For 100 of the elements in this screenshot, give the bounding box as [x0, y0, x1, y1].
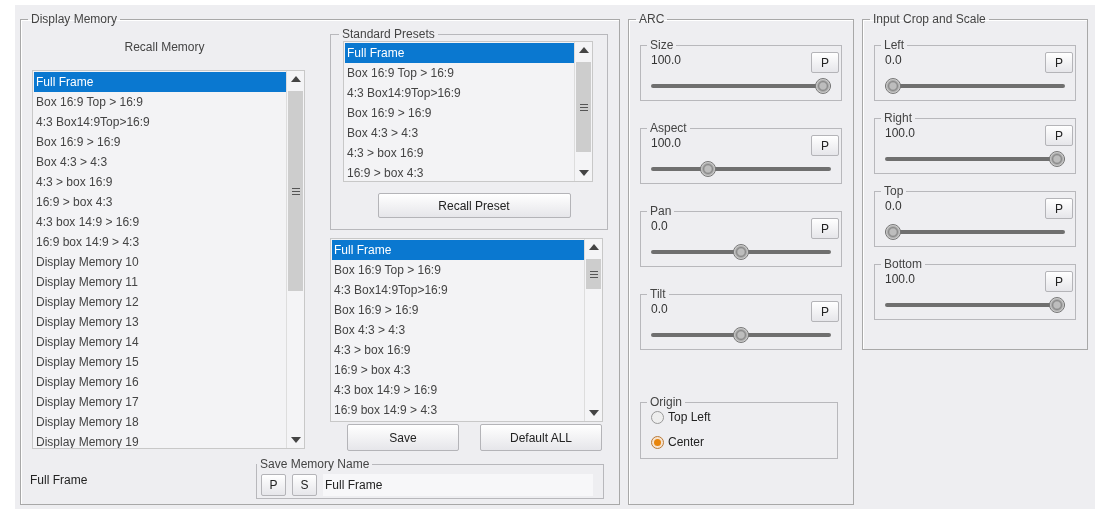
scroll-up-icon[interactable] — [579, 47, 589, 53]
radio-button[interactable] — [651, 435, 664, 449]
list-item[interactable]: 4:3 Box14:9Top>16:9 — [345, 83, 574, 103]
list-item[interactable]: 16:9 > box 4:3 — [332, 360, 584, 380]
button[interactable]: P — [1045, 198, 1073, 219]
group-title: Aspect — [649, 121, 688, 135]
list-item[interactable]: Display Memory 19 — [34, 432, 286, 448]
grip-icon — [291, 187, 300, 195]
list-item[interactable]: Box 16:9 > 16:9 — [332, 300, 584, 320]
button[interactable]: P — [1045, 125, 1073, 146]
value-label: 0.0 — [651, 218, 668, 234]
button[interactable]: S — [292, 473, 317, 496]
list-item[interactable]: Display Memory 18 — [34, 412, 286, 432]
slider-thumb[interactable] — [1049, 297, 1065, 313]
slider-thumb[interactable] — [1049, 151, 1065, 167]
value-label: 100.0 — [885, 125, 916, 141]
button[interactable]: Save — [347, 424, 459, 451]
list-item[interactable]: 4:3 Box14:9Top>16:9 — [34, 112, 286, 132]
list-item[interactable]: Display Memory 13 — [34, 312, 286, 332]
list-item[interactable]: Display Memory 14 — [34, 332, 286, 352]
list-item[interactable]: Box 16:9 Top > 16:9 — [345, 63, 574, 83]
grip-icon — [579, 103, 588, 111]
value-label: 0.0 — [651, 301, 668, 317]
scrollbar[interactable] — [584, 239, 602, 421]
button[interactable]: P — [261, 473, 286, 496]
button[interactable]: Default ALL — [480, 424, 602, 451]
button[interactable]: P — [1045, 52, 1073, 73]
list-item[interactable]: Display Memory 15 — [34, 352, 286, 372]
list-item[interactable]: 4:3 box 14:9 > 16:9 — [332, 380, 584, 400]
radio-option[interactable]: Top Left — [651, 409, 827, 425]
button[interactable]: P — [811, 135, 839, 156]
scroll-up-icon[interactable] — [291, 76, 301, 82]
slider-thumb[interactable] — [815, 78, 831, 94]
scrollbar-thumb[interactable] — [288, 91, 303, 291]
list-item[interactable]: 4:3 > box 16:9 — [345, 143, 574, 163]
list-item[interactable]: Box 16:9 > 16:9 — [345, 103, 574, 123]
button[interactable]: Recall Preset — [377, 193, 571, 218]
scrollbar-thumb[interactable] — [576, 62, 591, 152]
group-title: ARC — [638, 12, 666, 26]
group-title: Bottom — [883, 257, 923, 271]
slider[interactable] — [651, 78, 831, 94]
list-item[interactable]: Full Frame — [34, 72, 286, 92]
list-item[interactable]: Box 16:9 > 16:9 — [34, 132, 286, 152]
list-item[interactable]: Box 4:3 > 4:3 — [332, 320, 584, 340]
list-item[interactable]: Full Frame — [332, 240, 584, 260]
group-title: Right — [883, 111, 913, 125]
list-item[interactable]: 16:9 box 14:9 > 4:3 — [34, 232, 286, 252]
list-item[interactable]: Display Memory 12 — [34, 292, 286, 312]
group-title: Tilt — [649, 287, 667, 301]
radio-button[interactable] — [651, 410, 664, 424]
list-item[interactable]: Box 4:3 > 4:3 — [345, 123, 574, 143]
group-title: Standard Presets — [341, 27, 436, 41]
slider-thumb[interactable] — [733, 327, 749, 343]
list-item[interactable]: Full Frame — [345, 43, 574, 63]
list-item[interactable]: 16:9 > box 4:3 — [34, 192, 286, 212]
list-item[interactable]: 4:3 box 14:9 > 16:9 — [34, 212, 286, 232]
group-title: Left — [883, 38, 905, 52]
scrollbar-thumb[interactable] — [586, 259, 601, 289]
list-item[interactable]: 4:3 > box 16:9 — [332, 340, 584, 360]
scroll-down-icon[interactable] — [291, 437, 301, 443]
list-item[interactable]: Box 16:9 Top > 16:9 — [34, 92, 286, 112]
scroll-down-icon[interactable] — [579, 170, 589, 176]
slider[interactable] — [885, 78, 1065, 94]
slider[interactable] — [885, 151, 1065, 167]
list-item[interactable]: Box 16:9 Top > 16:9 — [332, 260, 584, 280]
group-title: Origin — [649, 395, 683, 409]
slider[interactable] — [651, 244, 831, 260]
slider[interactable] — [885, 224, 1065, 240]
group-title: Size — [649, 38, 675, 52]
list-item[interactable]: 4:3 Box14:9Top>16:9 — [332, 280, 584, 300]
slider-thumb[interactable] — [885, 78, 901, 94]
radio-option[interactable]: Center — [651, 434, 827, 450]
value-label: 0.0 — [885, 198, 902, 214]
group-title: Save Memory Name — [259, 457, 371, 471]
slider[interactable] — [885, 297, 1065, 313]
list-item[interactable]: Display Memory 16 — [34, 372, 286, 392]
button[interactable]: P — [811, 52, 839, 73]
list-item[interactable]: Display Memory 11 — [34, 272, 286, 292]
scrollbar[interactable] — [286, 71, 304, 448]
scrollbar[interactable] — [574, 42, 592, 181]
scroll-up-icon[interactable] — [589, 244, 599, 250]
list-item[interactable]: Box 4:3 > 4:3 — [34, 152, 286, 172]
list-item[interactable]: Display Memory 17 — [34, 392, 286, 412]
input-field[interactable]: Full Frame — [323, 473, 593, 496]
slider[interactable] — [651, 327, 831, 343]
slider-thumb[interactable] — [700, 161, 717, 177]
button[interactable]: P — [811, 301, 839, 322]
list-item[interactable]: 16:9 box 14:9 > 4:3 — [332, 400, 584, 420]
list-item[interactable]: 4:3 > box 16:9 — [34, 172, 286, 192]
slider-thumb[interactable] — [733, 244, 749, 260]
button[interactable]: P — [811, 218, 839, 239]
slider[interactable] — [651, 161, 831, 177]
list-item[interactable]: Display Memory 10 — [34, 252, 286, 272]
value-label: 100.0 — [651, 52, 682, 68]
group-title: Pan — [649, 204, 673, 218]
button[interactable]: P — [1045, 271, 1073, 292]
scroll-down-icon[interactable] — [589, 410, 599, 416]
group-title: Input Crop and Scale — [872, 12, 987, 26]
slider-thumb[interactable] — [885, 224, 901, 240]
list-item[interactable]: 16:9 > box 4:3 — [345, 163, 574, 181]
